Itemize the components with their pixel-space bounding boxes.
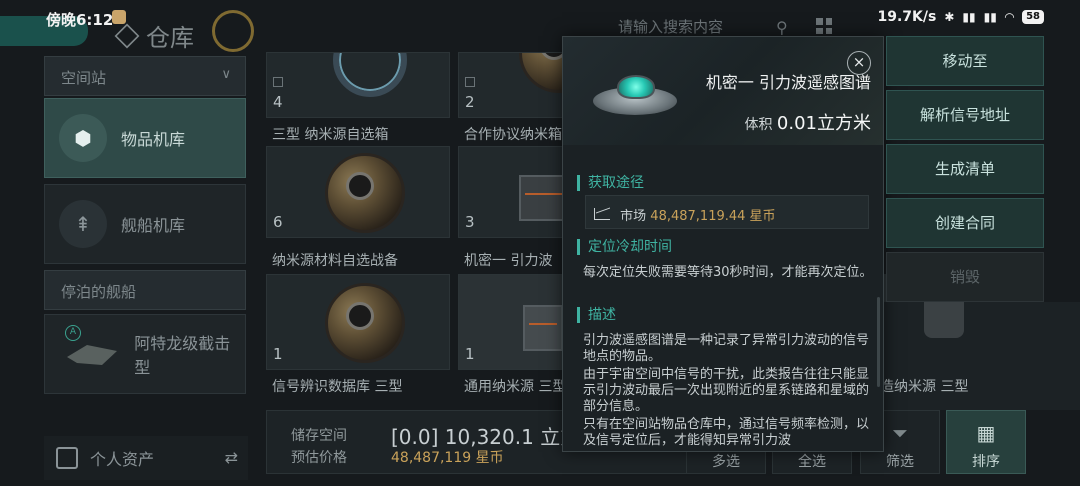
swap-icon[interactable]: ⇄: [225, 448, 238, 467]
app-notification-icon: [112, 10, 126, 24]
market-label: 市场: [620, 209, 647, 224]
action-menu: 移动至 解析信号地址 生成清单 创建合同 销毁: [886, 36, 1044, 302]
generate-list-button[interactable]: 生成清单: [886, 144, 1044, 194]
destroy-button[interactable]: 销毁: [886, 252, 1044, 302]
item-cell[interactable]: 6: [266, 146, 450, 238]
sidebar-item-goods[interactable]: ⬢ 物品机库: [44, 98, 246, 178]
popup-scrollbar[interactable]: [877, 297, 880, 387]
ship-hangar-icon: ⇞: [59, 200, 107, 248]
volume-label: 体积: [744, 117, 773, 133]
battery-icon: 58: [1022, 10, 1044, 24]
docked-ship-item[interactable]: A 阿特龙级截击型: [44, 314, 246, 394]
item-detail-popup: × 机密一 引力波遥感图谱 体积 0.01立方米 获取途径 市场 48,487,…: [562, 36, 884, 452]
item-image: [593, 75, 679, 115]
ship-icon: A: [59, 325, 120, 377]
section-docked[interactable]: 停泊的舰船: [44, 270, 246, 310]
item-name: 通用纳米源 三型: [464, 379, 567, 395]
section-station[interactable]: 空间站 ∨: [44, 56, 246, 96]
signal-icon: ▮▮: [962, 10, 976, 24]
section-source: 获取途径: [577, 175, 644, 191]
item-type-icon: [465, 77, 475, 87]
market-row[interactable]: 市场 48,487,119.44 星币: [585, 195, 869, 229]
status-bar: 傍晚6:12 19.7K/s ✱ ▮▮ ▮▮ ◠ 58: [0, 0, 1080, 36]
sidebar-item-label: 物品机库: [121, 130, 186, 149]
value-label: 预估价格: [291, 450, 347, 466]
popup-title: 机密一 引力波遥感图谱: [705, 73, 871, 92]
item-qty: 1: [273, 345, 283, 363]
popup-header: × 机密一 引力波遥感图谱 体积 0.01立方米: [563, 37, 883, 145]
item-name: 机密一 引力波: [464, 253, 553, 269]
personal-assets-label: 个人资产: [90, 450, 155, 469]
sort-label: 排序: [972, 454, 1000, 470]
section-docked-label: 停泊的舰船: [61, 283, 137, 301]
description-p1: 引力波遥感图谱是一种记录了异常引力波动的信号地点的物品。: [583, 333, 870, 364]
market-price: 48,487,119.44 星币: [650, 209, 776, 224]
item-qty: 3: [465, 213, 475, 231]
wifi-icon: ◠: [1004, 10, 1015, 24]
section-description: 描述: [577, 307, 616, 323]
sidebar-item-ships[interactable]: ⇞ 舰船机库: [44, 184, 246, 264]
select-all-label: 全选: [798, 454, 826, 470]
sort-icon: ▦: [976, 421, 996, 445]
parse-signal-button[interactable]: 解析信号地址: [886, 90, 1044, 140]
move-to-button[interactable]: 移动至: [886, 36, 1044, 86]
filter-label: 筛选: [886, 454, 914, 470]
popup-volume: 体积 0.01立方米: [744, 109, 871, 135]
item-name: 三型 纳米源自选箱: [272, 127, 389, 143]
item-name: 信号辨识数据库 三型: [272, 379, 403, 395]
signal-2-icon: ▮▮: [983, 10, 997, 24]
chart-icon: [594, 208, 610, 220]
multi-select-label: 多选: [712, 454, 740, 470]
item-type-icon: [273, 77, 283, 87]
item-cell[interactable]: 1: [266, 274, 450, 370]
item-qty: 1: [465, 345, 475, 363]
ship-level-badge: A: [65, 325, 81, 341]
sidebar-item-label: 舰船机库: [121, 216, 186, 235]
section-cooldown: 定位冷却时间: [577, 239, 672, 255]
item-qty: 4: [273, 93, 283, 111]
docked-ship-label: 阿特龙级截击型: [134, 334, 231, 377]
storage-value: [0.0] 10,320.1 立方: [391, 425, 581, 449]
safe-icon: [56, 447, 78, 469]
item-qty: 2: [465, 93, 475, 111]
section-station-label: 空间站: [61, 69, 107, 87]
description-p3: 只有在空间站物品仓库中，通过信号频率检测，以及信号定位后，才能得知异常引力波: [583, 417, 870, 448]
description-p2: 由于宇宙空间中信号的干扰，此类报告往往只能显示引力波动最后一次出现附近的星系链路…: [583, 367, 870, 414]
cube-icon: ⬢: [59, 114, 107, 162]
status-time: 傍晚6:12: [46, 11, 114, 29]
chevron-down-icon: ∨: [221, 67, 231, 82]
bluetooth-icon: ✱: [944, 10, 955, 24]
item-name: 合作协议纳米箱: [464, 127, 562, 143]
close-icon[interactable]: ×: [847, 51, 871, 75]
volume-value: 0.01立方米: [776, 113, 871, 134]
cooldown-text: 每次定位失败需要等待30秒时间，才能再次定位。: [583, 265, 873, 280]
item-cell[interactable]: 4: [266, 52, 450, 118]
item-name: 纳米源材料自选战备: [272, 253, 398, 269]
storage-label: 储存空间: [291, 428, 347, 444]
value-amount: 48,487,119 星币: [391, 450, 504, 466]
sidebar: 空间站 ∨ ⬢ 物品机库 ⇞ 舰船机库 停泊的舰船 A 阿特龙级截击型 个人资产…: [44, 52, 248, 486]
net-speed: 19.7K/s: [877, 9, 937, 25]
create-contract-button[interactable]: 创建合同: [886, 198, 1044, 248]
status-right: 19.7K/s ✱ ▮▮ ▮▮ ◠ 58: [877, 9, 1044, 25]
sort-button[interactable]: ▦ 排序: [946, 410, 1026, 474]
personal-assets-button[interactable]: 个人资产 ⇄: [44, 436, 248, 480]
item-qty: 6: [273, 213, 283, 231]
